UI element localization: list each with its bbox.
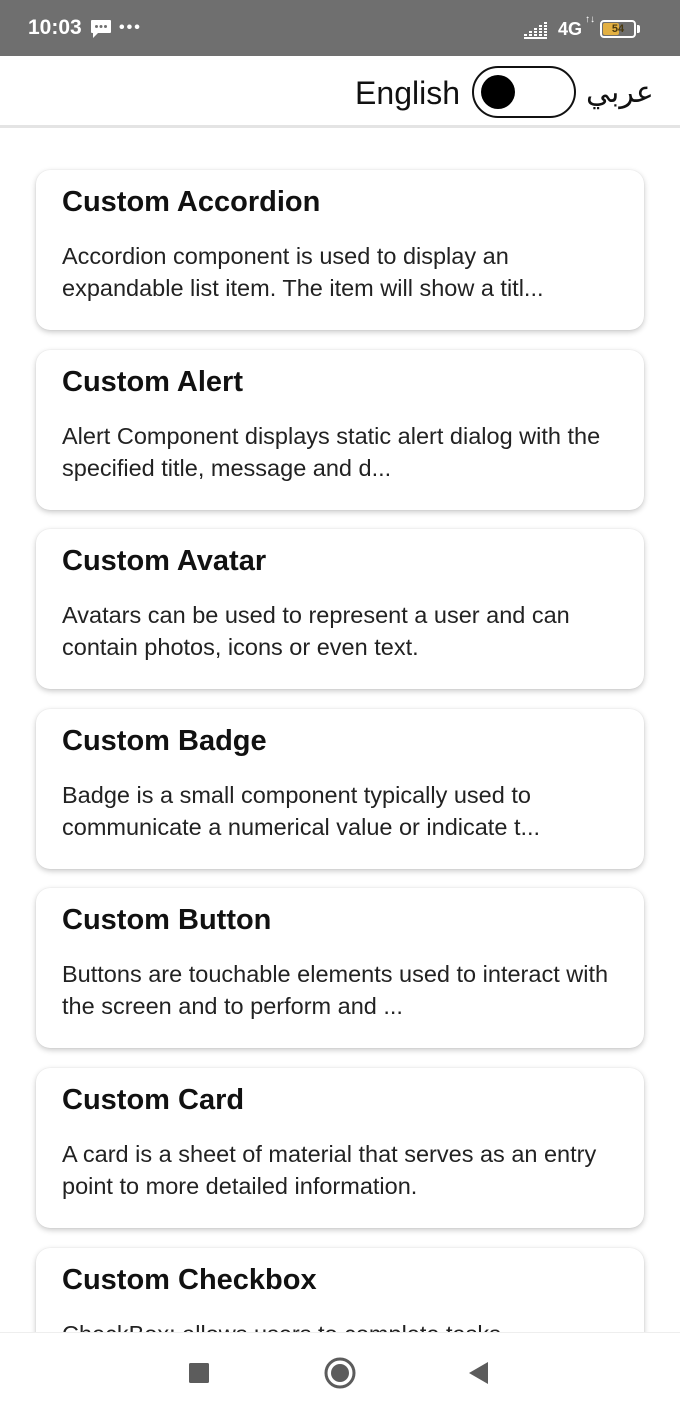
battery-percent: 54: [611, 23, 625, 35]
component-card-accordion[interactable]: Custom Accordion Accordion component is …: [36, 170, 644, 330]
battery-icon: 54: [600, 20, 636, 38]
card-title: Custom Accordion: [62, 186, 321, 218]
card-description: Avatars can be used to represent a user …: [62, 602, 570, 660]
card-description: Alert Component displays static alert di…: [62, 423, 601, 481]
card-title: Custom Badge: [62, 725, 267, 757]
data-activity-icon: ↑↓: [585, 14, 595, 25]
language-toggle-switch[interactable]: [472, 66, 576, 118]
component-card-alert[interactable]: Custom Alert Alert Component displays st…: [36, 350, 644, 510]
home-circle-icon[interactable]: [318, 1351, 362, 1395]
component-card-badge[interactable]: Custom Badge Badge is a small component …: [36, 709, 644, 869]
back-triangle-icon[interactable]: [457, 1351, 501, 1395]
card-title: Custom Alert: [62, 366, 243, 398]
card-description: Badge is a small component typically use…: [62, 782, 541, 840]
toggle-knob: [481, 75, 515, 109]
status-time: 10:03: [28, 16, 82, 39]
message-icon: [91, 20, 111, 38]
network-type-label: 4G: [558, 19, 583, 39]
component-list[interactable]: Custom Accordion Accordion component is …: [0, 131, 680, 1332]
card-title: Custom Button: [62, 904, 272, 936]
card-description: Accordion component is used to display a…: [62, 243, 544, 301]
card-description: A card is a sheet of material that serve…: [62, 1141, 597, 1199]
card-description: CheckBox: allows users to complete tasks: [62, 1318, 618, 1332]
signal-strength-icon: [524, 22, 547, 39]
battery-tip: [637, 25, 640, 33]
more-notifications-icon: •••: [119, 19, 142, 36]
card-title: Custom Avatar: [62, 545, 267, 577]
card-title: Custom Checkbox: [62, 1264, 317, 1296]
component-card-button[interactable]: Custom Button Buttons are touchable elem…: [36, 888, 644, 1048]
card-title: Custom Card: [62, 1084, 245, 1116]
language-header: English عربي: [0, 56, 680, 128]
component-card-avatar[interactable]: Custom Avatar Avatars can be used to rep…: [36, 529, 644, 689]
recent-apps-square-icon[interactable]: [177, 1351, 221, 1395]
status-bar: 10:03 ••• 4G ↑↓ 54: [0, 0, 680, 56]
language-arabic-label: عربي: [586, 76, 654, 109]
system-navigation-bar: [0, 1332, 680, 1414]
language-english-label: English: [355, 75, 460, 111]
component-card-checkbox[interactable]: Custom Checkbox CheckBox: allows users t…: [36, 1248, 644, 1332]
component-card-card[interactable]: Custom Card A card is a sheet of materia…: [36, 1068, 644, 1228]
card-description: Buttons are touchable elements used to i…: [62, 961, 609, 1019]
